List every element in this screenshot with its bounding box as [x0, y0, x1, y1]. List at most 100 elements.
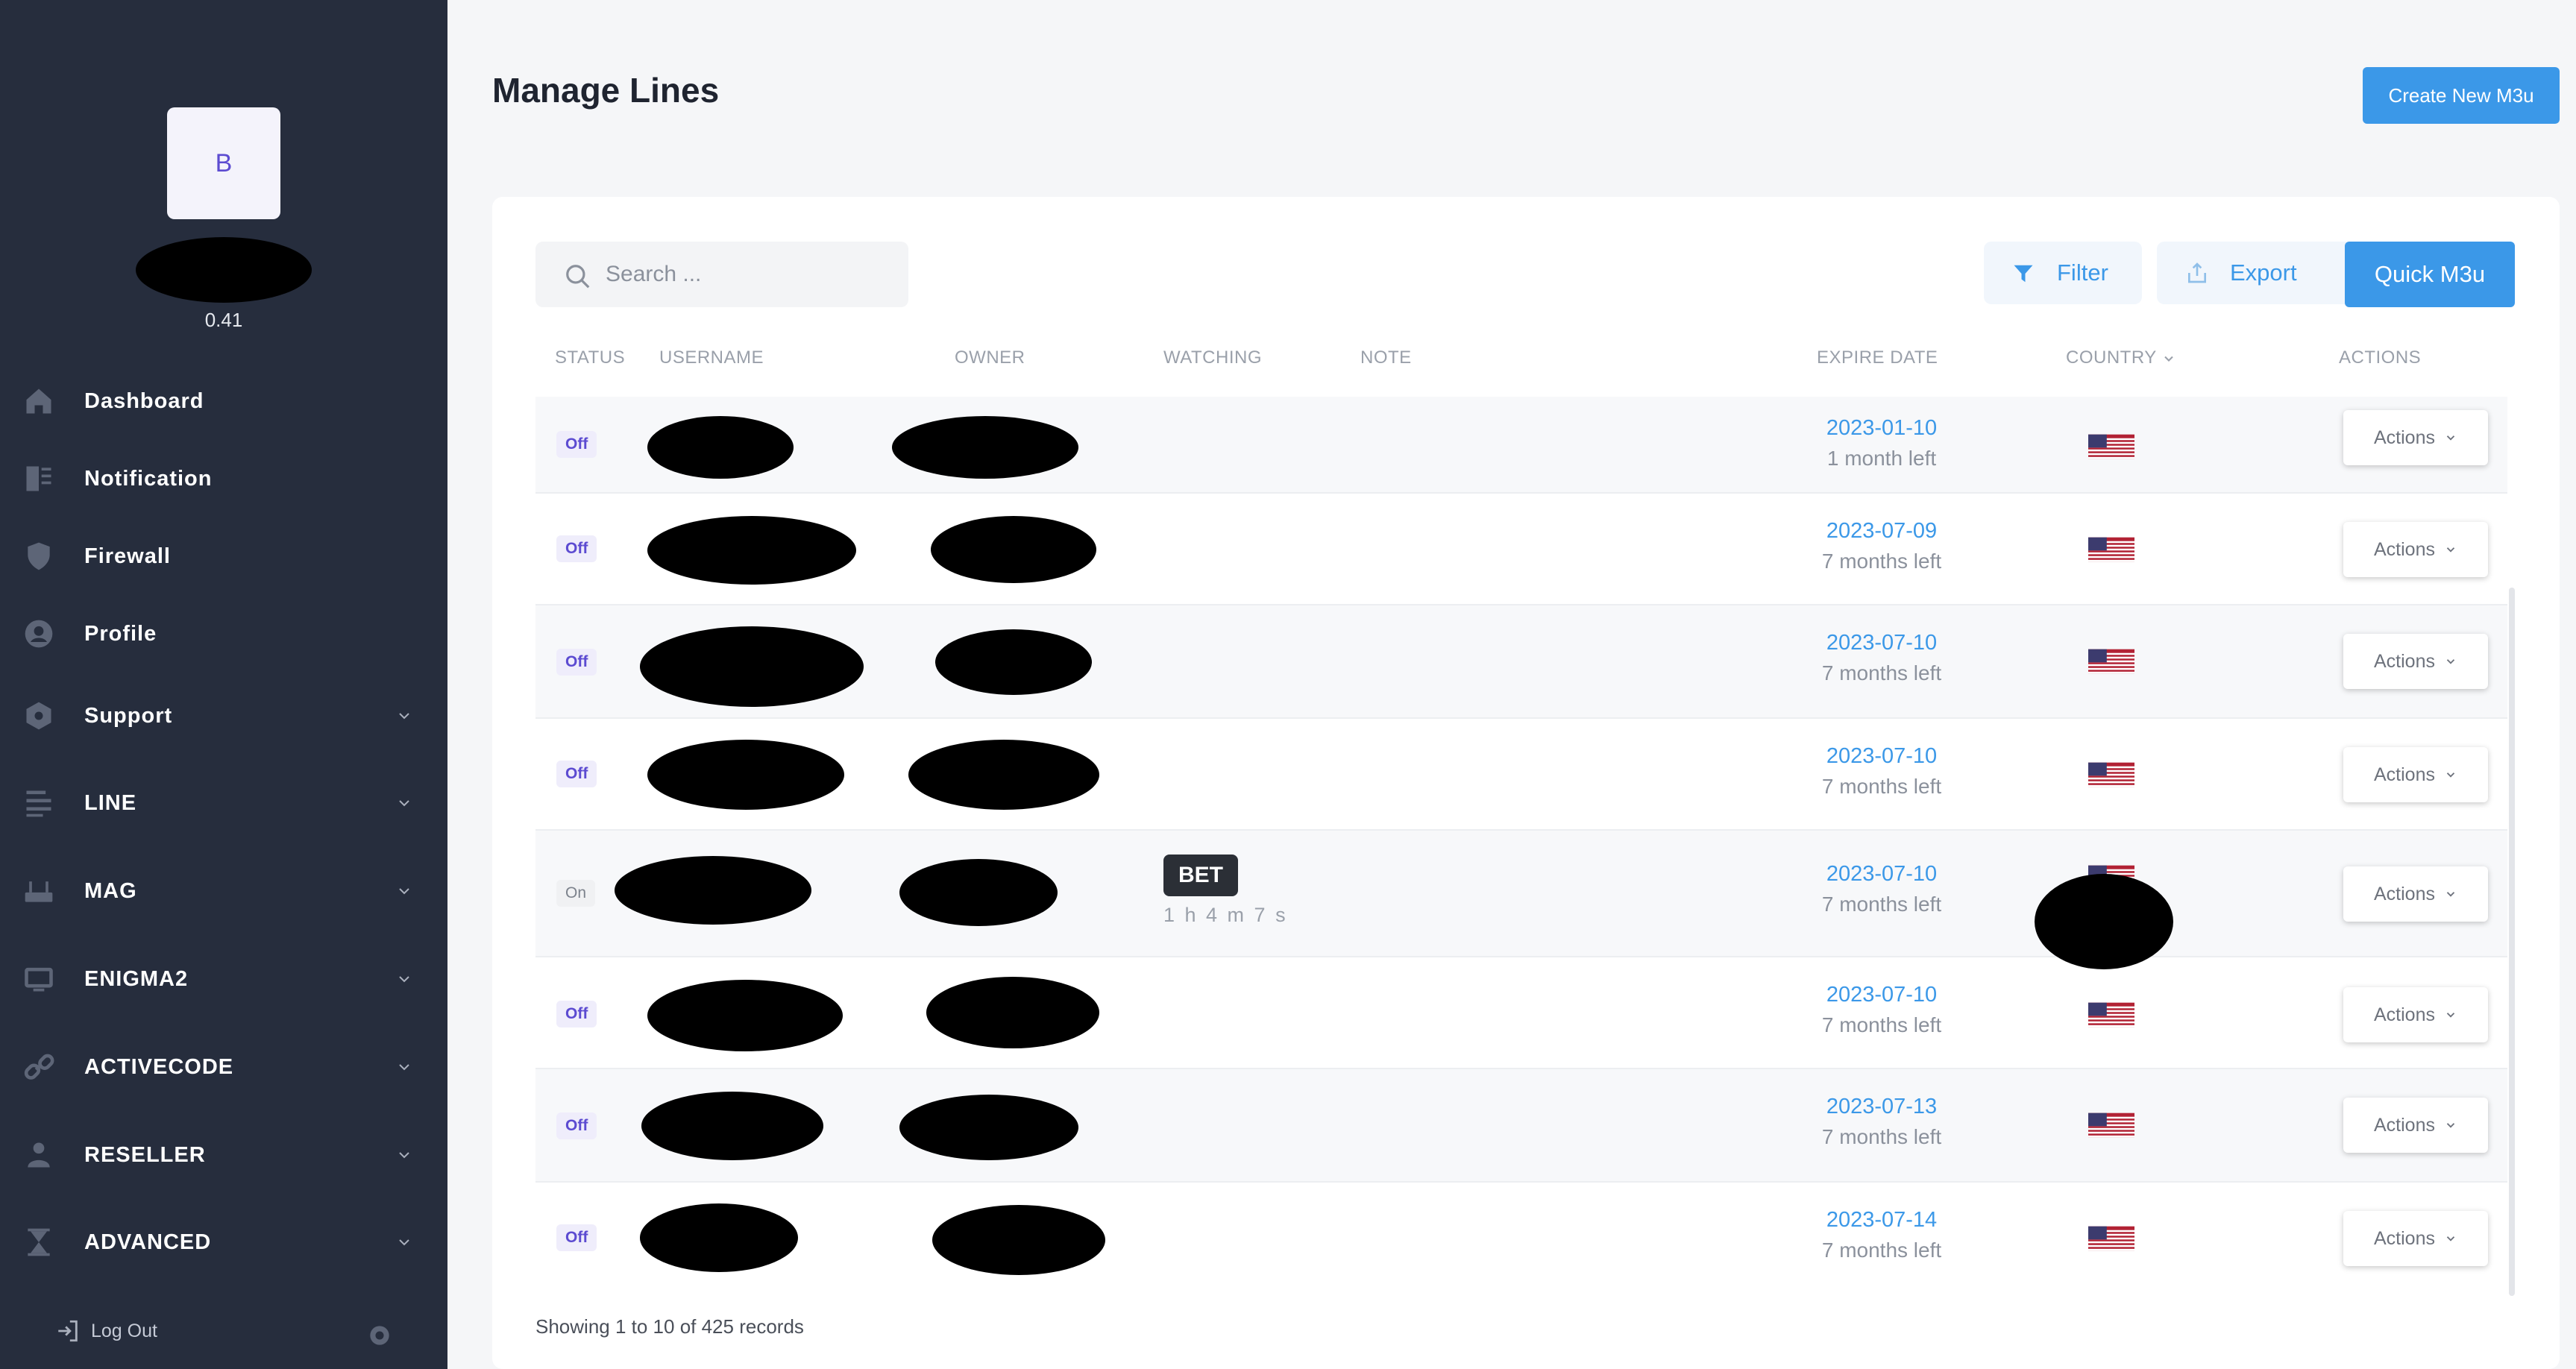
export-button[interactable]: Export: [2157, 242, 2373, 304]
expire-date: 2023-01-10: [1826, 416, 1938, 440]
redacted-owner: [926, 977, 1099, 1048]
redacted-country: [2035, 874, 2173, 969]
expire-date: 2023-07-10: [1826, 983, 1938, 1007]
sidebar-item-label: Firewall: [84, 544, 171, 568]
expire-date-cell: 2023-07-10 7 months left: [1796, 862, 1967, 916]
time-left: 7 months left: [1821, 1125, 1942, 1148]
lines-icon: [26, 790, 51, 817]
actions-label: Actions: [2374, 1227, 2435, 1249]
redacted-username: [136, 237, 312, 303]
status-badge: On: [556, 880, 596, 907]
us-flag-icon: [2088, 434, 2134, 459]
redacted-owner: [892, 416, 1078, 479]
sidebar-item-activecode[interactable]: ACTIVECODE: [0, 1037, 447, 1097]
actions-dropdown[interactable]: Actions: [2343, 1211, 2488, 1266]
status-badge: Off: [556, 649, 597, 676]
redacted-owner: [899, 1095, 1078, 1160]
redacted-owner: [899, 859, 1058, 926]
actions-dropdown[interactable]: Actions: [2343, 747, 2488, 802]
actions-dropdown[interactable]: Actions: [2343, 866, 2488, 922]
status-badge: Off: [556, 1224, 597, 1251]
sidebar-item-dashboard[interactable]: Dashboard: [0, 371, 447, 431]
sidebar-item-label: MAG: [84, 878, 137, 903]
table-row: On BET 1 h 4 m 7 s 2023-07-10 7 months le…: [535, 831, 2507, 969]
chevron-down-icon: [2446, 772, 2455, 778]
sidebar-item-label: Support: [84, 703, 173, 728]
expire-date: 2023-07-10: [1826, 862, 1938, 886]
actions-dropdown[interactable]: Actions: [2343, 522, 2488, 577]
actions-dropdown[interactable]: Actions: [2343, 1098, 2488, 1153]
us-flag-icon: [2088, 1226, 2134, 1251]
sidebar-item-support[interactable]: Support: [0, 686, 447, 746]
column-header-owner[interactable]: OWNER: [955, 347, 1025, 368]
us-flag-icon: [2088, 537, 2134, 562]
chevron-down-icon: [399, 1239, 409, 1246]
watching-duration: 1 h 4 m 7 s: [1163, 904, 1288, 926]
avatar[interactable]: B: [167, 107, 280, 219]
expire-date: 2023-07-09: [1826, 519, 1938, 543]
notification-icon: [26, 466, 51, 491]
export-label: Export: [2230, 259, 2297, 286]
chevron-down-icon: [399, 800, 409, 807]
status-badge: Off: [556, 431, 597, 458]
column-header-actions: ACTIONS: [2339, 347, 2422, 368]
filter-button[interactable]: Filter: [1984, 242, 2142, 304]
expire-date-cell: 2023-07-13 7 months left: [1796, 1095, 1967, 1149]
create-new-m3u-button[interactable]: Create New M3u: [2363, 67, 2560, 124]
column-header-username[interactable]: USERNAME: [659, 347, 764, 368]
filter-icon: [2014, 265, 2033, 283]
sidebar-item-line[interactable]: LINE: [0, 773, 447, 833]
logout-button[interactable]: Log Out: [55, 1318, 157, 1344]
user-icon: [25, 620, 53, 648]
chevron-down-icon: [399, 976, 409, 983]
time-left: 7 months left: [1821, 1013, 1942, 1036]
column-header-country[interactable]: COUNTRY: [2066, 347, 2176, 368]
expire-date: 2023-07-10: [1826, 631, 1938, 655]
actions-dropdown[interactable]: Actions: [2343, 634, 2488, 689]
sidebar-item-enigma2[interactable]: ENIGMA2: [0, 949, 447, 1009]
sidebar-item-mag[interactable]: MAG: [0, 861, 447, 921]
expire-date: 2023-07-14: [1826, 1208, 1938, 1232]
chevron-down-icon: [2446, 659, 2455, 664]
sidebar-item-advanced[interactable]: ADVANCED: [0, 1212, 447, 1272]
sidebar-item-label: ACTIVECODE: [84, 1054, 234, 1079]
search-input[interactable]: [606, 242, 889, 307]
us-flag-icon: [2088, 649, 2134, 674]
sidebar-item-label: Dashboard: [84, 388, 204, 413]
expire-date: 2023-07-10: [1826, 744, 1938, 768]
chevron-down-icon: [399, 713, 409, 720]
chevron-down-icon: [2446, 435, 2455, 441]
sidebar: B 0.41 Dashboard Notification Firewall P…: [0, 0, 447, 1369]
filter-label: Filter: [2057, 259, 2108, 286]
redacted-username: [647, 980, 843, 1051]
chevron-down-icon: [399, 888, 409, 895]
actions-label: Actions: [2374, 427, 2435, 448]
table-scrollbar[interactable]: [2509, 588, 2515, 1296]
chevron-down-icon: [399, 1152, 409, 1159]
sidebar-item-firewall[interactable]: Firewall: [0, 526, 447, 586]
actions-dropdown[interactable]: Actions: [2343, 410, 2488, 465]
expire-date-cell: 2023-07-09 7 months left: [1796, 519, 1967, 573]
gear-icon[interactable]: [365, 1321, 394, 1350]
page-title: Manage Lines: [492, 71, 720, 110]
chevron-down-icon: [2446, 1236, 2455, 1241]
sidebar-item-label: Notification: [84, 466, 213, 491]
sidebar-item-notification[interactable]: Notification: [0, 449, 447, 509]
monitor-icon: [25, 967, 53, 992]
expire-date-cell: 2023-07-10 7 months left: [1796, 983, 1967, 1037]
column-header-status: STATUS: [555, 347, 626, 368]
time-left: 7 months left: [1821, 1239, 1942, 1262]
status-badge: Off: [556, 1112, 597, 1139]
search-box[interactable]: [535, 242, 908, 307]
column-header-expire-date[interactable]: EXPIRE DATE: [1817, 347, 1938, 368]
quick-m3u-button[interactable]: Quick M3u: [2345, 242, 2515, 307]
sidebar-item-reseller[interactable]: RESELLER: [0, 1125, 447, 1185]
expire-date-cell: 2023-07-10 7 months left: [1796, 744, 1967, 799]
actions-dropdown[interactable]: Actions: [2343, 987, 2488, 1042]
sidebar-item-label: ADVANCED: [84, 1230, 212, 1254]
router-icon: [25, 881, 53, 902]
sidebar-item-profile[interactable]: Profile: [0, 604, 447, 664]
upload-icon: [2188, 262, 2206, 283]
redacted-username: [640, 626, 864, 707]
us-flag-icon: [2088, 1112, 2134, 1138]
